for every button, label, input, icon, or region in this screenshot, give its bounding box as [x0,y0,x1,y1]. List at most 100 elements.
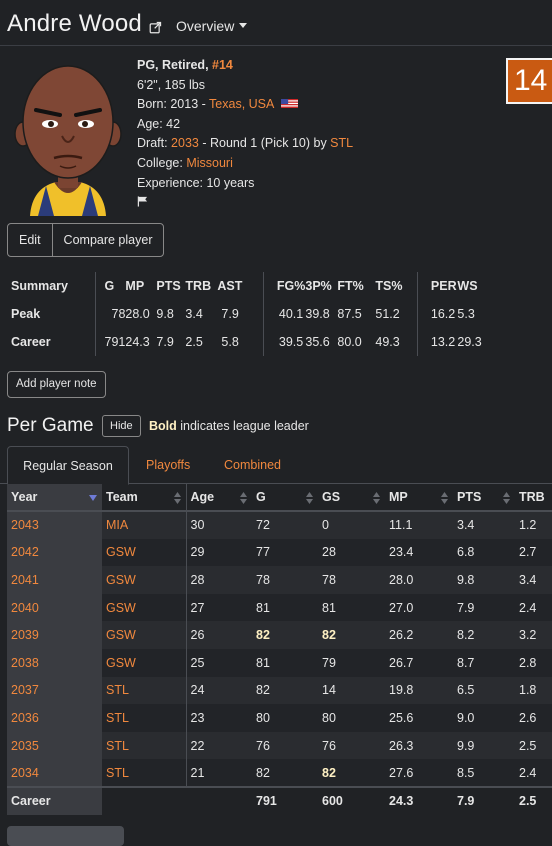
career-cell: 2.5 [515,785,552,815]
season-year-link[interactable]: 2043 [7,511,102,539]
column-header-gs[interactable]: GS [318,484,385,512]
summary-row-peak: Peak 78 28.0 9.8 3.4 7.9 40.1 39.8 87.5 … [0,300,487,328]
stat-cell-mp: 28.0 [385,566,453,594]
team-link[interactable]: GSW [102,566,187,594]
bottom-button[interactable] [7,826,124,846]
stat-cell-pts: 3.4 [453,511,515,539]
season-year-link[interactable]: 2038 [7,648,102,677]
tab-combined[interactable]: Combined [224,446,281,484]
column-header-trb[interactable]: TRB [515,484,552,512]
stat-cell-mp: 25.6 [385,704,453,732]
stat-cell-age: 27 [186,593,252,622]
summary-cell: 7.9 [156,335,174,349]
column-label: Year [11,490,38,504]
stat-cell-gs: 78 [318,566,385,594]
add-player-note-button[interactable]: Add player note [7,371,106,398]
summary-row-label: Career [11,335,51,349]
stat-cell-g: 82 [252,759,318,787]
summary-cell: 39.5 [262,328,306,356]
per-game-career-row: Career 791 600 24.3 7.9 2.5 [7,785,552,815]
stat-cell-g: 82 [252,621,318,649]
column-header-g[interactable]: G [252,484,318,512]
born-place-link[interactable]: Texas, USA [209,97,274,111]
summary-cell: 80.0 [337,335,362,349]
table-row: 2040 GSW 27 81 81 27.0 7.9 2.4 [7,593,552,622]
overview-dropdown[interactable]: Overview [175,17,248,34]
flag-icon[interactable] [137,196,148,207]
college-link[interactable]: Missouri [186,156,233,170]
stat-cell-pts: 7.9 [453,593,515,622]
season-year-link[interactable]: 2036 [7,704,102,732]
column-header-age[interactable]: Age [186,484,252,512]
team-link[interactable]: GSW [102,538,187,567]
team-link[interactable]: GSW [102,593,187,622]
season-year-link[interactable]: 2040 [7,593,102,622]
column-header-pts[interactable]: PTS [453,484,515,512]
column-header-mp[interactable]: MP [385,484,453,512]
tab-regular-season[interactable]: Regular Season [7,446,129,485]
stat-cell-pts: 8.5 [453,759,515,787]
bio-position: PG, Retired, #14 [137,56,353,76]
column-header-year[interactable]: Year [7,484,102,512]
compare-player-button[interactable]: Compare player [51,224,164,256]
stat-cell-gs: 80 [318,704,385,732]
jersey-number-box: 14 [506,58,552,104]
summary-header: WS [457,279,478,293]
jersey-number-link[interactable]: #14 [212,58,233,72]
stat-cell-age: 24 [186,676,252,705]
team-link[interactable]: STL [102,731,187,760]
summary-cell: 78 [94,300,126,328]
position-status: PG, Retired, [137,58,213,72]
summary-cell: 5.3 [457,307,475,321]
stat-cell-trb: 1.2 [515,511,552,539]
draft-label: Draft: [137,136,172,151]
stat-cell-g: 77 [252,538,318,567]
draft-team-link[interactable]: STL [330,136,353,150]
stat-cell-pts: 9.8 [453,566,515,594]
summary-header: PER [416,272,458,300]
season-year-link[interactable]: 2034 [7,759,102,787]
table-row: 2042 GSW 29 77 28 23.4 6.8 2.7 [7,538,552,567]
summary-cell: 791 [94,328,126,356]
stat-cell-gs: 28 [318,538,385,567]
summary-cell: 28.0 [125,307,150,321]
tab-playoffs[interactable]: Playoffs [146,446,190,484]
team-link[interactable]: MIA [102,511,187,539]
summary-header: MP [125,279,145,293]
season-year-link[interactable]: 2042 [7,538,102,567]
career-cell: 7.9 [453,785,515,815]
season-year-link[interactable]: 2037 [7,676,102,705]
column-label: MP [389,490,408,504]
chevron-down-icon [239,23,248,28]
stat-cell-mp: 26.7 [385,648,453,677]
bio-draft: Draft: 2033 - Round 1 (Pick 10) by STL [137,134,353,154]
stat-cell-gs: 82 [318,621,385,649]
season-year-link[interactable]: 2039 [7,621,102,649]
player-name: Andre Wood [7,10,142,37]
hide-button[interactable]: Hide [102,415,141,437]
overview-label: Overview [175,17,235,34]
bio-college: College: Missouri [137,154,353,174]
team-link[interactable]: STL [102,676,187,705]
team-link[interactable]: STL [102,704,187,732]
stat-cell-age: 29 [186,538,252,567]
sort-icon [441,492,448,504]
season-year-link[interactable]: 2035 [7,731,102,760]
stat-cell-age: 28 [186,566,252,594]
edit-button[interactable]: Edit [8,224,52,256]
team-link[interactable]: GSW [102,648,187,677]
external-link-icon[interactable] [149,21,162,34]
league-leader-legend: Bold indicates league leader [149,419,309,433]
team-link[interactable]: STL [102,759,187,787]
player-avatar [14,65,122,216]
season-year-link[interactable]: 2041 [7,566,102,594]
player-actions: Edit Compare player [7,223,165,257]
season-tabs: Regular Season Playoffs Combined [0,446,552,485]
sort-icon [173,492,181,504]
column-header-team[interactable]: Team [102,484,187,512]
stat-cell-age: 23 [186,704,252,732]
draft-year-link[interactable]: 2033 [171,136,199,150]
team-link[interactable]: GSW [102,621,187,649]
legend-bold: Bold [149,419,177,433]
per-game-body: 2043 MIA 30 72 0 11.1 3.4 1.2 2042 GSW 29 77 28 23.4 6… [7,511,552,787]
